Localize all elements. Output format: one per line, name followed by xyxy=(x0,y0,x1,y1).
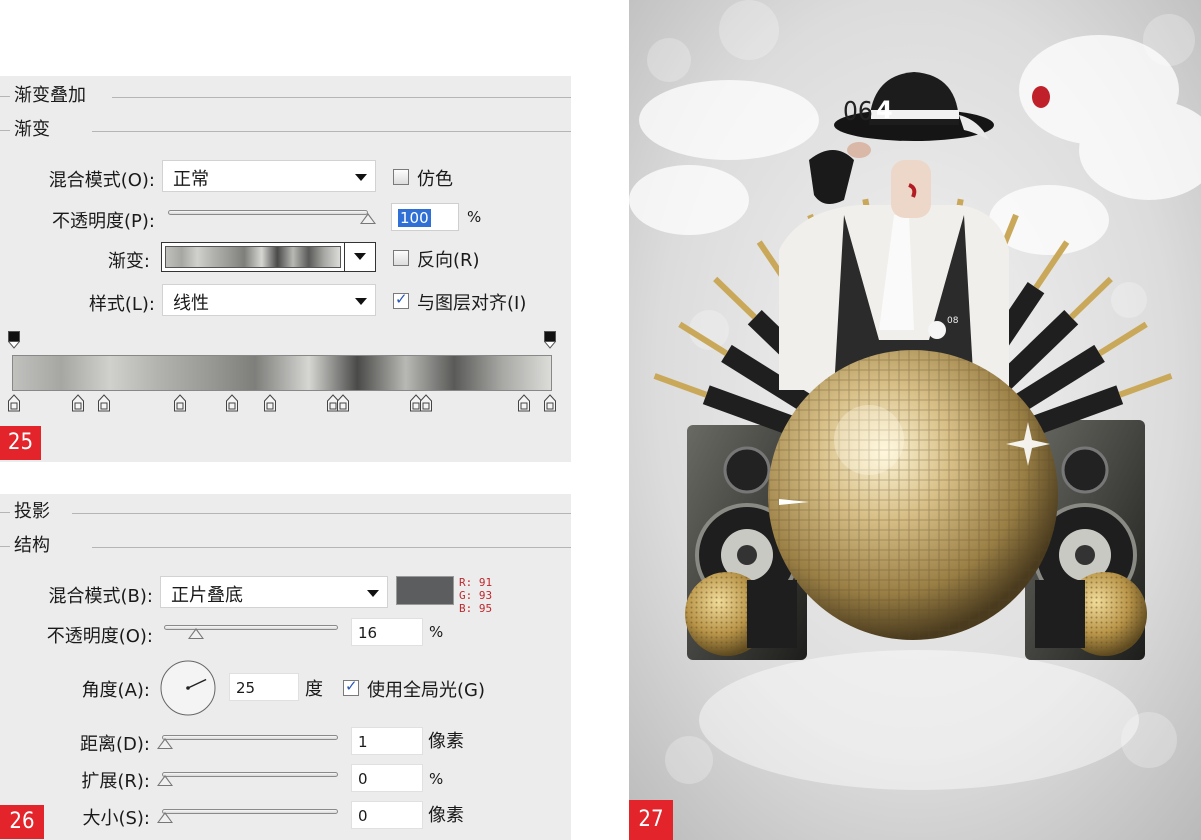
angle-dial[interactable] xyxy=(159,659,217,717)
chevron-down-icon xyxy=(367,590,379,597)
distance-slider-track[interactable] xyxy=(162,735,338,740)
opacity-stop-left[interactable] xyxy=(8,331,20,349)
spread-slider-track[interactable] xyxy=(162,772,338,777)
rgb-readout-b: B: 95 xyxy=(459,602,493,615)
chevron-down-icon xyxy=(355,298,367,305)
poster-image: 06 4 08 27 xyxy=(629,0,1201,840)
chevron-down-icon xyxy=(354,253,366,260)
shadow-opacity-label: 不透明度(O): xyxy=(46,626,153,647)
shadow-opacity-unit: % xyxy=(429,623,444,641)
rgb-readout-g: G: 93 xyxy=(459,589,493,602)
use-global-light-label: 使用全局光(G) xyxy=(367,680,485,701)
opacity-slider-thumb[interactable] xyxy=(360,213,376,224)
poster-number-text-2: 4 xyxy=(876,96,893,124)
color-stop[interactable] xyxy=(72,394,84,412)
reverse-checkbox[interactable] xyxy=(393,250,409,266)
size-slider-thumb[interactable] xyxy=(157,812,173,823)
angle-input[interactable]: 25 xyxy=(229,673,299,701)
opacity-label: 不透明度(P): xyxy=(52,211,155,232)
poster-artwork: 06 4 08 xyxy=(629,0,1201,840)
size-unit: 像素 xyxy=(428,805,464,826)
color-stop[interactable] xyxy=(264,394,276,412)
figure-badge-25: 25 xyxy=(0,426,41,460)
opacity-stop-right[interactable] xyxy=(544,331,556,349)
spread-label: 扩展(R): xyxy=(81,771,150,792)
color-stop[interactable] xyxy=(337,394,349,412)
distance-input[interactable]: 1 xyxy=(351,727,423,755)
rgb-readout-r: R: 91 xyxy=(459,576,493,589)
gradient-picker[interactable] xyxy=(161,242,376,272)
figure-badge-27: 27 xyxy=(629,800,673,840)
distance-unit: 像素 xyxy=(428,731,464,752)
size-input[interactable]: 0 xyxy=(351,801,423,829)
chevron-down-icon xyxy=(355,174,367,181)
gradient-bar[interactable] xyxy=(12,355,552,391)
shadow-opacity-slider-thumb[interactable] xyxy=(187,628,204,639)
shadow-opacity-input[interactable]: 16 xyxy=(351,618,423,646)
opacity-input[interactable]: 100 xyxy=(391,203,459,231)
poster-small-label: 08 xyxy=(947,316,959,326)
group-title-structure: 结构 xyxy=(0,535,50,557)
color-stop[interactable] xyxy=(98,394,110,412)
gradient-dropdown-button[interactable] xyxy=(344,243,375,271)
color-stop[interactable] xyxy=(544,394,556,412)
spread-unit: % xyxy=(429,770,444,788)
style-dropdown[interactable]: 线性 xyxy=(162,284,376,316)
gradient-label: 渐变: xyxy=(107,251,150,272)
spread-slider-thumb[interactable] xyxy=(157,775,173,786)
poster-number-text: 06 xyxy=(843,97,873,127)
dither-checkbox[interactable] xyxy=(393,169,409,185)
gradient-preview xyxy=(165,246,341,268)
color-stop[interactable] xyxy=(8,394,20,412)
shadow-color-swatch[interactable] xyxy=(396,576,454,605)
gradient-overlay-panel: 渐变叠加 渐变 混合模式(O): 正常 仿色 不透明度(P): 100 % 渐变… xyxy=(0,76,571,462)
group-title-drop-shadow: 投影 xyxy=(0,501,50,523)
use-global-light-checkbox[interactable] xyxy=(343,677,359,696)
size-slider-track[interactable] xyxy=(162,809,338,814)
color-stop[interactable] xyxy=(174,394,186,412)
group-title-gradient: 渐变 xyxy=(0,119,50,141)
color-stop[interactable] xyxy=(420,394,432,412)
align-with-layer-label: 与图层对齐(I) xyxy=(417,293,527,314)
angle-unit: 度 xyxy=(305,679,323,700)
angle-label: 角度(A): xyxy=(81,680,150,701)
spread-input[interactable]: 0 xyxy=(351,764,423,792)
color-stop[interactable] xyxy=(518,394,530,412)
opacity-slider-track[interactable] xyxy=(168,210,368,215)
reverse-label: 反向(R) xyxy=(417,250,480,271)
opacity-unit: % xyxy=(467,208,482,226)
figure-badge-26: 26 xyxy=(0,805,44,839)
distance-slider-thumb[interactable] xyxy=(157,738,173,749)
shadow-blend-mode-dropdown[interactable]: 正片叠底 xyxy=(160,576,388,608)
style-label: 样式(L): xyxy=(88,294,155,315)
dither-label: 仿色 xyxy=(417,169,453,190)
align-with-layer-checkbox[interactable] xyxy=(393,290,409,309)
blend-mode-dropdown[interactable]: 正常 xyxy=(162,160,376,192)
distance-label: 距离(D): xyxy=(80,734,150,755)
color-stop[interactable] xyxy=(226,394,238,412)
blend-mode-label: 混合模式(O): xyxy=(48,170,155,191)
shadow-blend-mode-label: 混合模式(B): xyxy=(48,586,153,607)
drop-shadow-panel: 投影 结构 混合模式(B): 正片叠底 R: 91 G: 93 B: 95 不透… xyxy=(0,494,571,840)
group-title-gradient-overlay: 渐变叠加 xyxy=(0,85,86,107)
